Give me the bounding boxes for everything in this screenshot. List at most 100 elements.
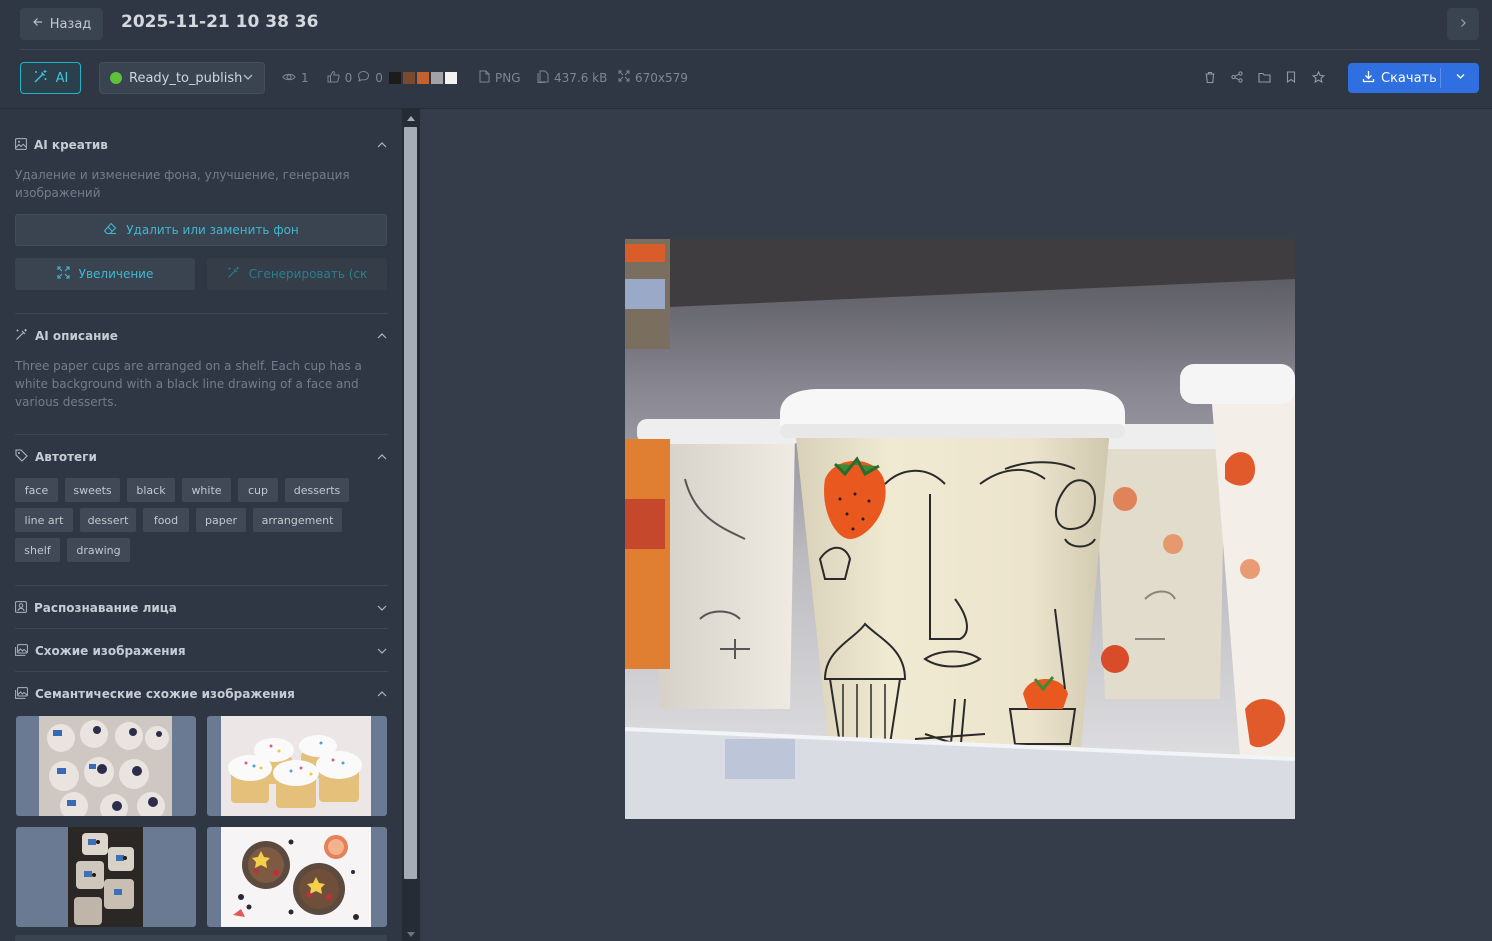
section-header-ai-creative[interactable]: AI креатив [15,135,388,155]
scroll-down-icon[interactable] [404,930,417,940]
magic-wand-icon [15,328,28,344]
file-type: PNG [479,70,521,86]
arrow-left-icon [32,16,44,32]
chevron-down-icon [376,602,388,617]
section-header-ai-description[interactable]: AI описание [15,326,388,346]
thumbs-up-icon [327,70,340,86]
back-button[interactable]: Назад [20,8,103,40]
palette-swatch [431,72,443,84]
tag-chip[interactable]: desserts [285,478,349,502]
magic-wand-icon [33,69,48,88]
section-description: Удаление и изменение фона, улучшение, ге… [15,168,350,200]
download-button-group: Скачать [1348,63,1479,93]
divider [15,434,388,435]
section-header-similar-images[interactable]: Схожие изображения [15,641,388,661]
status-value: Ready_to_publish [129,70,243,86]
top-bar: Назад 2025-11-21 10 38 36 [0,0,1492,50]
tag-chip[interactable]: sweets [65,478,120,502]
section-title: AI креатив [34,138,108,152]
tag-chip[interactable]: face [15,478,58,502]
chevron-down-icon [242,71,254,87]
download-icon [1362,70,1375,87]
tag-chip[interactable]: food [143,508,189,532]
expand-icon [618,70,630,85]
palette-swatch [389,72,401,84]
similar-image-thumbnail[interactable] [207,716,387,816]
download-button[interactable]: Скачать [1348,63,1440,93]
chevron-down-icon [1455,71,1466,86]
scroll-up-icon[interactable] [404,112,417,124]
tag-chip[interactable]: line art [15,508,73,532]
main-image[interactable] [624,239,1296,819]
dimensions: 670x579 [618,70,688,85]
section-title: AI описание [35,329,118,343]
tag-chip[interactable]: cup [238,478,278,502]
image-icon [15,137,27,153]
next-button[interactable] [1447,8,1479,40]
images-icon [15,686,28,702]
divider [20,49,1480,50]
divider [15,585,388,586]
tag-chip[interactable]: paper [196,508,246,532]
section-header-face-recognition[interactable]: Распознавание лица [15,598,388,618]
similar-image-thumbnail[interactable] [16,827,196,927]
divider [15,628,388,629]
folder-icon[interactable] [1257,70,1271,84]
section-header-autotags[interactable]: Автотеги [15,447,388,467]
upscale-button[interactable]: Увеличение [15,258,195,290]
similar-image-thumbnail[interactable] [16,716,196,816]
download-options-button[interactable] [1441,71,1479,86]
ai-description-text: Three paper cups are arranged on a shelf… [15,359,362,409]
tag-chip[interactable]: black [127,478,175,502]
comment-icon [357,70,370,86]
images-icon [15,643,28,659]
ai-toggle-label: AI [55,70,69,86]
ai-toggle-button[interactable]: AI [20,62,81,94]
tag-chip[interactable]: drawing [67,538,130,562]
generate-button[interactable]: Сгенерировать (ск [207,258,387,290]
copy-file-icon [537,70,549,86]
similar-image-thumbnail[interactable] [207,827,387,927]
eraser-icon [103,222,117,238]
magic-wand-icon [227,266,240,282]
tag-chip[interactable]: dessert [80,508,136,532]
face-id-icon [15,600,27,616]
trash-icon[interactable] [1203,70,1217,84]
scrollbar-thumb[interactable] [404,127,417,879]
back-label: Назад [49,16,92,32]
dimensions-label: 670x579 [635,70,688,85]
palette-swatch [417,72,429,84]
similar-image-thumbnail[interactable] [15,935,387,941]
status-select[interactable]: Ready_to_publish [99,62,265,94]
bookmark-icon[interactable] [1284,70,1298,84]
chevron-up-icon [376,139,388,154]
remove-background-button[interactable]: Удалить или заменить фон [15,214,387,246]
chevron-right-icon [1458,16,1468,32]
download-label: Скачать [1381,70,1437,86]
palette-swatch [445,72,457,84]
tag-chip[interactable]: arrangement [253,508,342,532]
views-count: 1 [301,71,309,85]
likes-count: 0 [344,71,353,85]
color-palette [389,72,457,84]
file-size: 437.6 kB [537,70,607,86]
share-icon[interactable] [1230,70,1244,84]
file-type-label: PNG [495,71,521,85]
star-icon[interactable] [1311,70,1325,84]
tag-chip[interactable]: white [182,478,231,502]
palette-swatch [403,72,415,84]
page-title: 2025-11-21 10 38 36 [121,12,319,32]
stats: 1 0 0 [282,70,383,86]
chevron-up-icon [376,688,388,703]
section-title: Распознавание лица [34,601,177,615]
section-title: Семантические схожие изображения [35,687,295,701]
divider [15,313,388,314]
chevron-up-icon [376,451,388,466]
comments-count: 0 [375,71,383,85]
section-header-semantic-similar[interactable]: Семантические схожие изображения [15,684,388,704]
eye-icon [282,71,296,86]
tag-chip[interactable]: shelf [15,538,60,562]
divider [15,671,388,672]
section-title: Автотеги [35,450,97,464]
file-icon [479,70,490,86]
